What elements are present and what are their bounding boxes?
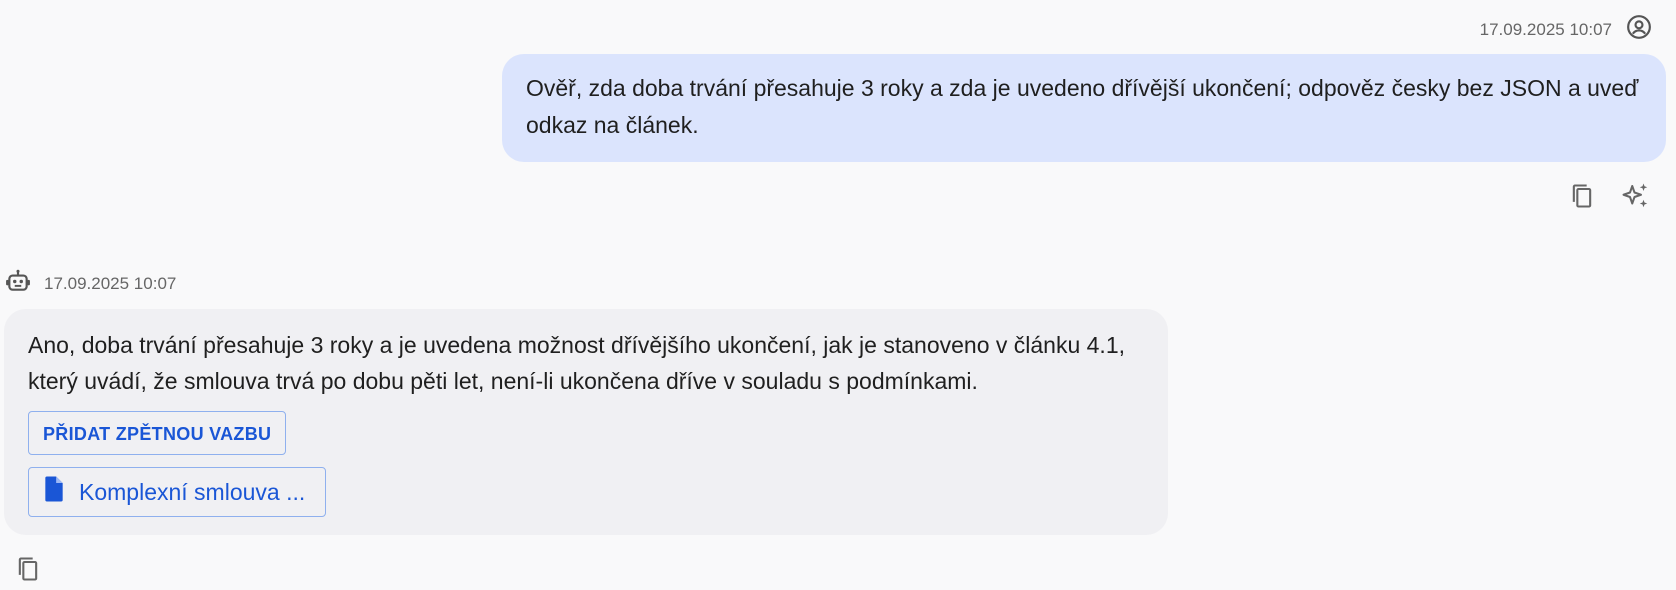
source-document-link[interactable]: Komplexní smlouva ... [28, 467, 326, 517]
source-document-label: Komplexní smlouva ... [79, 478, 306, 505]
assistant-message-bubble: Ano, doba trvání přesahuje 3 roky a je u… [4, 309, 1168, 535]
document-icon [43, 476, 65, 508]
chat-thread: 17.09.2025 10:07 Ověř, zda doba trvání p… [0, 0, 1676, 590]
user-message-actions [1566, 180, 1652, 212]
robot-icon [4, 268, 32, 299]
user-message-bubble: Ověř, zda doba trvání přesahuje 3 roky a… [502, 54, 1666, 162]
assistant-message-actions [12, 553, 44, 585]
assistant-message-timestamp: 17.09.2025 10:07 [44, 273, 177, 293]
account-circle-icon [1626, 14, 1652, 45]
user-message-meta: 17.09.2025 10:07 [1480, 14, 1652, 45]
copy-icon[interactable] [12, 553, 44, 585]
user-message-text: Ověř, zda doba trvání přesahuje 3 roky a… [526, 75, 1639, 138]
sparkle-icon[interactable] [1620, 180, 1652, 212]
copy-icon[interactable] [1566, 180, 1598, 212]
assistant-message-meta: 17.09.2025 10:07 [4, 268, 176, 299]
add-feedback-button[interactable]: PŘIDAT ZPĚTNOU VAZBU [28, 411, 287, 455]
user-message-timestamp: 17.09.2025 10:07 [1479, 19, 1612, 39]
assistant-message-text: Ano, doba trvání přesahuje 3 roky a je u… [28, 332, 1126, 394]
